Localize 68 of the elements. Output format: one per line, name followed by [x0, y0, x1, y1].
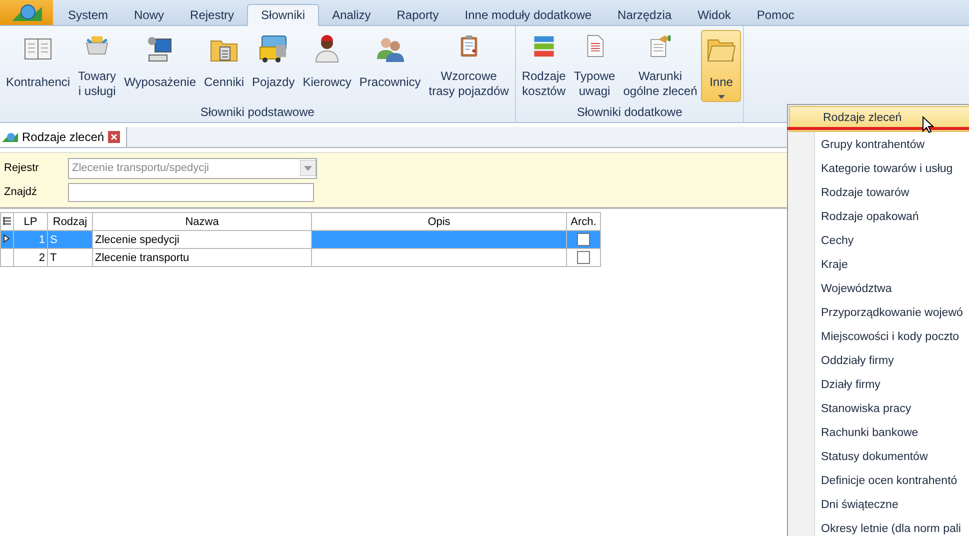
- table-cell: Zlecenie spedycji: [92, 230, 312, 248]
- menu-item[interactable]: Rodzaje opakowań: [788, 205, 969, 229]
- menu-item[interactable]: Kraje: [788, 253, 969, 277]
- ribbon-button[interactable]: Typowe uwagi: [570, 30, 620, 102]
- row-pointer-icon: [3, 234, 10, 242]
- table-cell: T: [48, 248, 92, 266]
- ribbon-button[interactable]: Kierowcy: [298, 30, 356, 102]
- menu-item[interactable]: Oddziały firmy: [788, 349, 969, 373]
- columns-icon[interactable]: [3, 216, 11, 224]
- dropdown-arrow-icon: [300, 160, 316, 176]
- ribbon-button[interactable]: Inne: [701, 30, 742, 102]
- ribbon-tab[interactable]: Inne moduły dodatkowe: [452, 5, 605, 26]
- ribbon-button[interactable]: Cenniki: [200, 30, 248, 102]
- menu-item[interactable]: Cechy: [788, 229, 969, 253]
- group-label: Słowniki dodatkowe: [576, 105, 682, 119]
- menu-item[interactable]: Działy firmy: [788, 373, 969, 397]
- menu-item[interactable]: Miejscowości i kody poczto: [788, 325, 969, 349]
- table-cell: S: [48, 230, 92, 248]
- menu-item[interactable]: Kategorie towarów i usług: [788, 157, 969, 181]
- ribbon-tab[interactable]: Widok: [684, 5, 744, 26]
- column-header[interactable]: Rodzaj: [48, 212, 92, 230]
- ribbon-tab[interactable]: Pomoc: [744, 5, 808, 26]
- ribbon-button[interactable]: Pojazdy: [248, 30, 299, 102]
- ribbon-button[interactable]: Wyposażenie: [120, 30, 200, 102]
- menu-item[interactable]: Dni świąteczne: [788, 493, 969, 517]
- ribbon-button[interactable]: Wzorcowe trasy pojazdów: [424, 30, 513, 102]
- group-label: Słowniki podstawowe: [200, 105, 314, 119]
- ribbon-button[interactable]: Kontrahenci: [2, 30, 74, 102]
- caret-icon: [718, 95, 725, 99]
- menu-item[interactable]: Rachunki bankowe: [788, 421, 969, 445]
- document-tab[interactable]: Rodzaje zleceń: [0, 127, 128, 147]
- ribbon-tab[interactable]: Narzędzia: [604, 5, 685, 26]
- ribbon-tab[interactable]: System: [55, 5, 122, 26]
- menu-item[interactable]: Przyporządkowanie wojewó: [788, 301, 969, 325]
- table-cell: Zlecenie transportu: [92, 248, 312, 266]
- ribbon-tab[interactable]: Nowy: [121, 5, 178, 26]
- cursor-icon: [922, 116, 934, 134]
- menu-item[interactable]: Grupy kontrahentów: [788, 133, 969, 157]
- menu-item[interactable]: Rodzaje towarów: [788, 181, 969, 205]
- ribbon-tab[interactable]: Słowniki: [247, 4, 320, 26]
- register-label: Rejestr: [4, 162, 40, 174]
- archive-checkbox[interactable]: [577, 233, 590, 246]
- menu-item[interactable]: Okresy letnie (dla norm pali: [788, 517, 969, 536]
- ribbon-button[interactable]: Pracownicy: [355, 30, 425, 102]
- column-header[interactable]: Opis: [312, 212, 566, 230]
- app-menu-button[interactable]: [0, 0, 53, 25]
- ribbon-tab[interactable]: Rejestry: [177, 5, 248, 26]
- ribbon-tab[interactable]: Raporty: [384, 5, 452, 26]
- column-header[interactable]: Nazwa: [92, 212, 312, 230]
- menu-item[interactable]: Stanowiska pracy: [788, 397, 969, 421]
- table-cell: 1: [14, 230, 48, 248]
- globe-icon: [10, 2, 44, 22]
- column-header[interactable]: Arch.: [566, 212, 600, 230]
- table-cell: 2: [14, 248, 48, 266]
- menu-item[interactable]: Definicje ocen kontrahentó: [788, 469, 969, 493]
- find-label: Znajdź: [4, 186, 38, 198]
- menu-item[interactable]: Statusy dokumentów: [788, 445, 969, 469]
- globe-icon: [2, 131, 18, 143]
- archive-checkbox[interactable]: [577, 251, 590, 264]
- menu-item[interactable]: Województwa: [788, 277, 969, 301]
- ribbon-button[interactable]: Warunki ogólne zleceń: [619, 30, 702, 102]
- ribbon-button[interactable]: Rodzaje kosztów: [518, 30, 570, 102]
- ribbon-tab[interactable]: Analizy: [319, 5, 384, 26]
- find-field[interactable]: [68, 182, 314, 202]
- close-icon[interactable]: [108, 131, 120, 143]
- column-header[interactable]: LP: [14, 212, 48, 230]
- bus-icon: [257, 33, 290, 65]
- ribbon-button[interactable]: Towary i usługi: [74, 30, 120, 102]
